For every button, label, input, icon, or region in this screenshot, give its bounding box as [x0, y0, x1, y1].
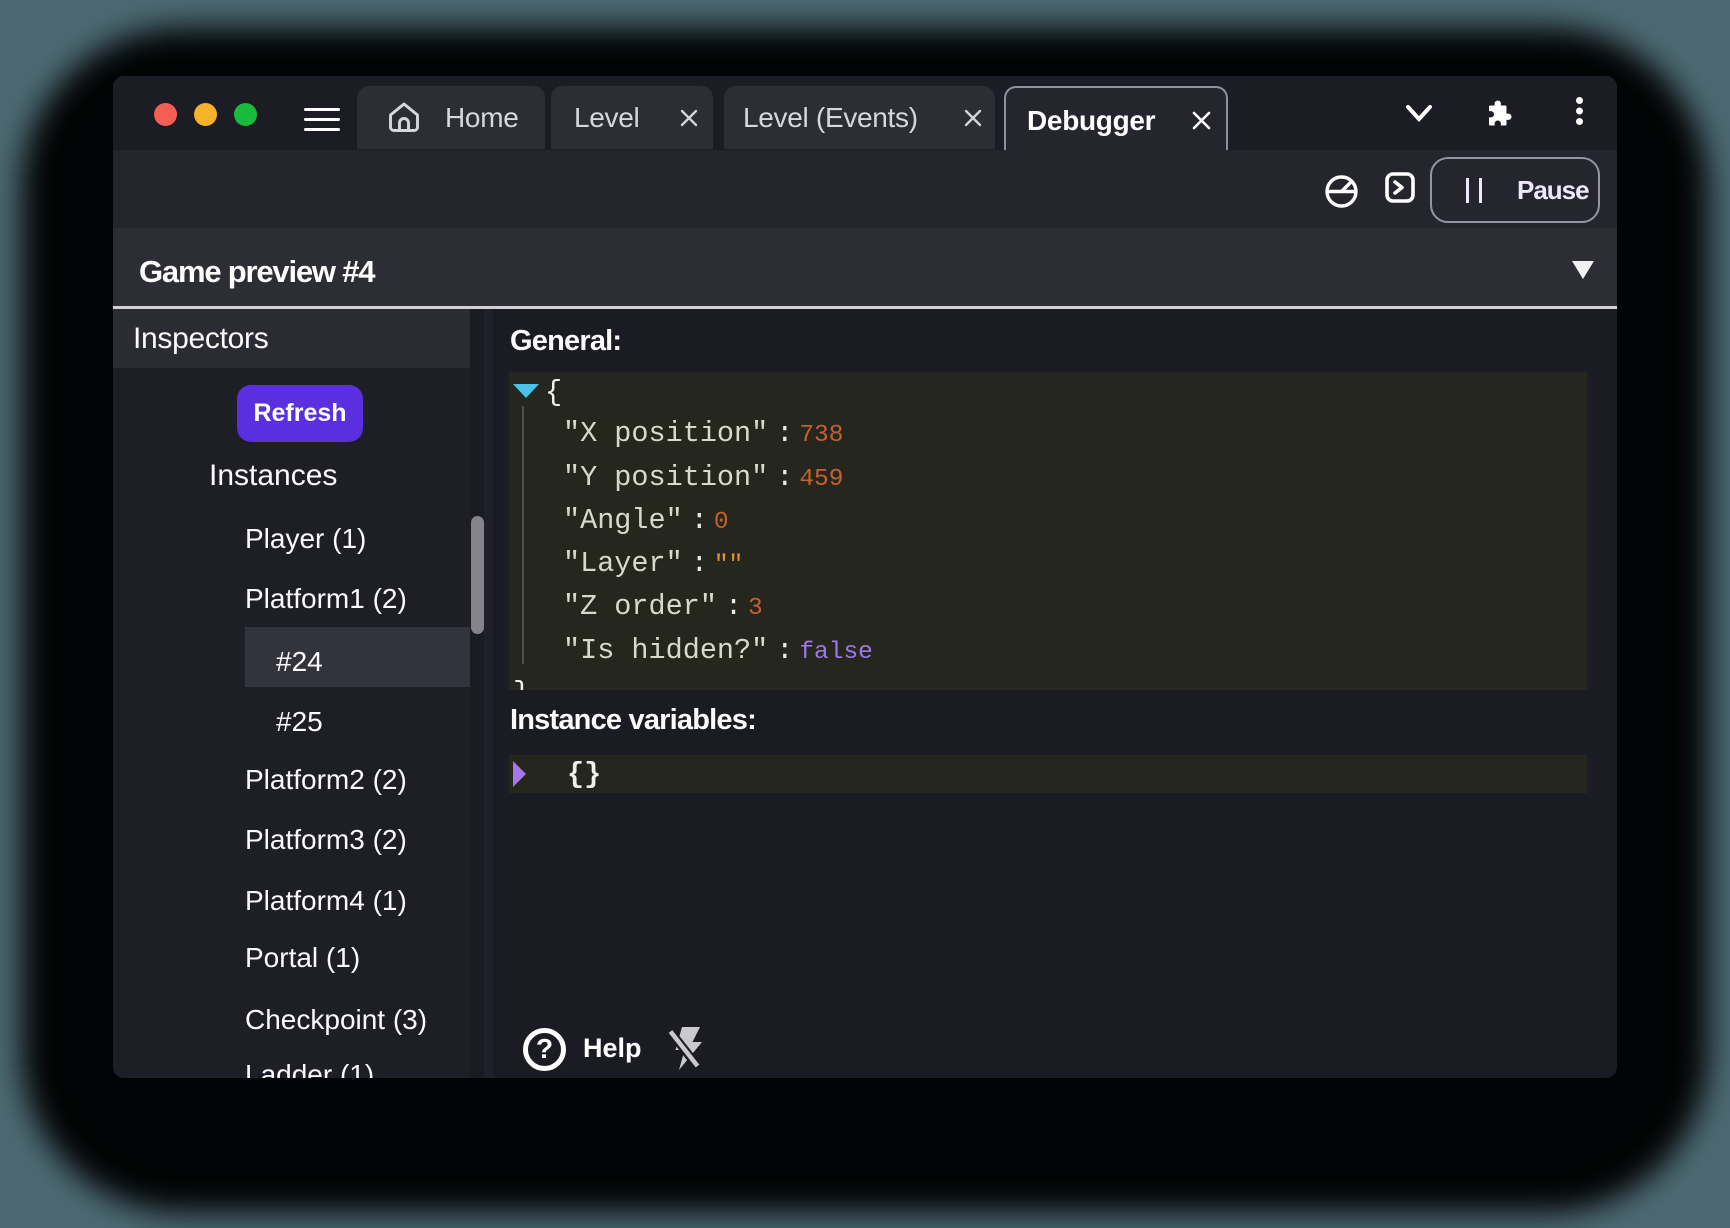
svg-text:?: ? — [536, 1033, 553, 1064]
